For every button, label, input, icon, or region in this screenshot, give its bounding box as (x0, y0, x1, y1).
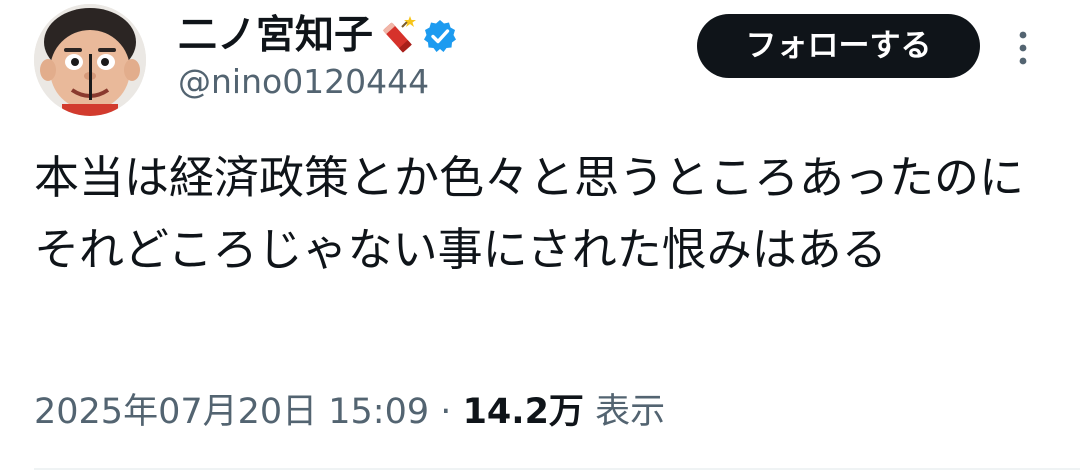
more-vertical-icon[interactable] (1010, 28, 1036, 68)
display-name[interactable]: 二ノ宮知子 (178, 10, 373, 62)
tweet-meta: 2025年07月20日 15:09 · 14.2万 表示 (34, 384, 665, 440)
tweet-timestamp[interactable]: 2025年07月20日 15:09 (34, 392, 429, 432)
firecracker-icon (375, 15, 417, 57)
verified-badge-icon[interactable] (423, 19, 457, 53)
views-label: 表示 (595, 392, 666, 432)
meta-separator: · (440, 392, 452, 432)
follow-button[interactable]: フォローする (697, 14, 980, 78)
view-count: 14.2万 (462, 392, 584, 432)
display-name-row: 二ノ宮知子 (178, 10, 457, 62)
avatar-image (34, 4, 146, 116)
tweet-text: 本当は経済政策とか色々と思うところあったのにそれどころじゃない事にされた恨みはあ… (34, 151, 1025, 276)
divider (34, 468, 1080, 470)
user-handle[interactable]: @nino0120444 (178, 60, 429, 104)
avatar[interactable] (34, 4, 146, 116)
